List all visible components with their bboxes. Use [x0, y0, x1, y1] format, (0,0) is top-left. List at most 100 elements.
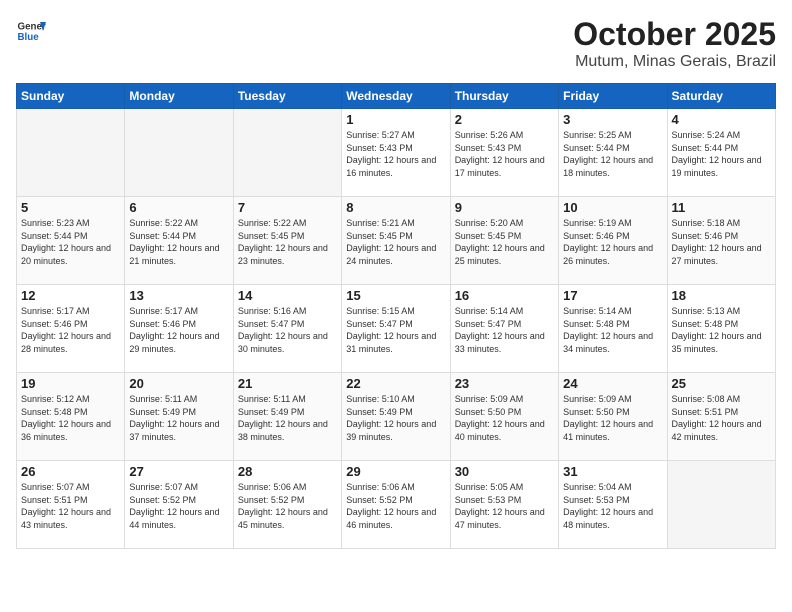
day-number: 8	[346, 200, 445, 215]
day-number: 19	[21, 376, 120, 391]
day-number: 31	[563, 464, 662, 479]
page-header: General Blue October 2025 Mutum, Minas G…	[16, 16, 776, 71]
calendar-cell: 19 Sunrise: 5:12 AM Sunset: 5:48 PM Dayli…	[17, 373, 125, 461]
day-info: Sunrise: 5:06 AM Sunset: 5:52 PM Dayligh…	[346, 481, 445, 531]
day-info: Sunrise: 5:12 AM Sunset: 5:48 PM Dayligh…	[21, 393, 120, 443]
calendar-cell: 6 Sunrise: 5:22 AM Sunset: 5:44 PM Daylig…	[125, 197, 233, 285]
calendar-cell: 2 Sunrise: 5:26 AM Sunset: 5:43 PM Daylig…	[450, 109, 558, 197]
day-number: 14	[238, 288, 337, 303]
day-number: 9	[455, 200, 554, 215]
title-block: October 2025 Mutum, Minas Gerais, Brazil	[573, 16, 776, 71]
logo-icon: General Blue	[16, 16, 46, 46]
day-number: 4	[672, 112, 771, 127]
day-info: Sunrise: 5:22 AM Sunset: 5:44 PM Dayligh…	[129, 217, 228, 267]
day-info: Sunrise: 5:07 AM Sunset: 5:51 PM Dayligh…	[21, 481, 120, 531]
day-info: Sunrise: 5:04 AM Sunset: 5:53 PM Dayligh…	[563, 481, 662, 531]
day-info: Sunrise: 5:13 AM Sunset: 5:48 PM Dayligh…	[672, 305, 771, 355]
logo: General Blue	[16, 16, 48, 46]
day-number: 20	[129, 376, 228, 391]
calendar-cell: 17 Sunrise: 5:14 AM Sunset: 5:48 PM Dayli…	[559, 285, 667, 373]
calendar-cell: 24Sunrise: 5:09 AM Sunset: 5:50 PM Dayli…	[559, 373, 667, 461]
day-number: 11	[672, 200, 771, 215]
day-info: Sunrise: 5:27 AM Sunset: 5:43 PM Dayligh…	[346, 129, 445, 179]
day-number: 6	[129, 200, 228, 215]
day-number: 2	[455, 112, 554, 127]
calendar-cell: 14 Sunrise: 5:16 AM Sunset: 5:47 PM Dayli…	[233, 285, 341, 373]
calendar-cell: 10 Sunrise: 5:19 AM Sunset: 5:46 PM Dayli…	[559, 197, 667, 285]
calendar-cell: 26 Sunrise: 5:07 AM Sunset: 5:51 PM Dayli…	[17, 461, 125, 549]
day-info: Sunrise: 5:18 AM Sunset: 5:46 PM Dayligh…	[672, 217, 771, 267]
day-info: Sunrise: 5:26 AM Sunset: 5:43 PM Dayligh…	[455, 129, 554, 179]
calendar-cell: 9Sunrise: 5:20 AM Sunset: 5:45 PM Daylig…	[450, 197, 558, 285]
day-info: Sunrise: 5:16 AM Sunset: 5:47 PM Dayligh…	[238, 305, 337, 355]
month-title: October 2025	[573, 16, 776, 53]
calendar-weekday-wednesday: Wednesday	[342, 84, 450, 109]
day-info: Sunrise: 5:19 AM Sunset: 5:46 PM Dayligh…	[563, 217, 662, 267]
calendar-cell: 31 Sunrise: 5:04 AM Sunset: 5:53 PM Dayli…	[559, 461, 667, 549]
calendar-cell: 11 Sunrise: 5:18 AM Sunset: 5:46 PM Dayli…	[667, 197, 775, 285]
day-number: 25	[672, 376, 771, 391]
day-info: Sunrise: 5:06 AM Sunset: 5:52 PM Dayligh…	[238, 481, 337, 531]
page-container: General Blue October 2025 Mutum, Minas G…	[0, 0, 792, 612]
day-info: Sunrise: 5:21 AM Sunset: 5:45 PM Dayligh…	[346, 217, 445, 267]
calendar-weekday-tuesday: Tuesday	[233, 84, 341, 109]
calendar-weekday-saturday: Saturday	[667, 84, 775, 109]
day-info: Sunrise: 5:15 AM Sunset: 5:47 PM Dayligh…	[346, 305, 445, 355]
day-info: Sunrise: 5:17 AM Sunset: 5:46 PM Dayligh…	[21, 305, 120, 355]
day-number: 16	[455, 288, 554, 303]
calendar-week-row: 19 Sunrise: 5:12 AM Sunset: 5:48 PM Dayli…	[17, 373, 776, 461]
calendar-cell	[125, 109, 233, 197]
day-number: 7	[238, 200, 337, 215]
calendar-cell: 25 Sunrise: 5:08 AM Sunset: 5:51 PM Dayli…	[667, 373, 775, 461]
day-info: Sunrise: 5:08 AM Sunset: 5:51 PM Dayligh…	[672, 393, 771, 443]
calendar-week-row: 1 Sunrise: 5:27 AM Sunset: 5:43 PM Daylig…	[17, 109, 776, 197]
day-number: 30	[455, 464, 554, 479]
day-info: Sunrise: 5:23 AM Sunset: 5:44 PM Dayligh…	[21, 217, 120, 267]
calendar-weekday-monday: Monday	[125, 84, 233, 109]
day-number: 18	[672, 288, 771, 303]
calendar-week-row: 5 Sunrise: 5:23 AM Sunset: 5:44 PM Daylig…	[17, 197, 776, 285]
calendar-cell: 1 Sunrise: 5:27 AM Sunset: 5:43 PM Daylig…	[342, 109, 450, 197]
calendar-cell: 23Sunrise: 5:09 AM Sunset: 5:50 PM Dayli…	[450, 373, 558, 461]
day-number: 1	[346, 112, 445, 127]
calendar-table: SundayMondayTuesdayWednesdayThursdayFrid…	[16, 83, 776, 549]
day-info: Sunrise: 5:14 AM Sunset: 5:47 PM Dayligh…	[455, 305, 554, 355]
day-info: Sunrise: 5:17 AM Sunset: 5:46 PM Dayligh…	[129, 305, 228, 355]
svg-text:Blue: Blue	[18, 32, 40, 43]
calendar-cell	[667, 461, 775, 549]
day-info: Sunrise: 5:07 AM Sunset: 5:52 PM Dayligh…	[129, 481, 228, 531]
calendar-cell: 21 Sunrise: 5:11 AM Sunset: 5:49 PM Dayli…	[233, 373, 341, 461]
calendar-cell: 3Sunrise: 5:25 AM Sunset: 5:44 PM Daylig…	[559, 109, 667, 197]
calendar-header-row: SundayMondayTuesdayWednesdayThursdayFrid…	[17, 84, 776, 109]
calendar-cell: 15 Sunrise: 5:15 AM Sunset: 5:47 PM Dayli…	[342, 285, 450, 373]
day-number: 13	[129, 288, 228, 303]
day-number: 29	[346, 464, 445, 479]
day-number: 17	[563, 288, 662, 303]
day-number: 26	[21, 464, 120, 479]
day-info: Sunrise: 5:14 AM Sunset: 5:48 PM Dayligh…	[563, 305, 662, 355]
day-number: 24	[563, 376, 662, 391]
day-number: 3	[563, 112, 662, 127]
day-number: 28	[238, 464, 337, 479]
calendar-cell: 27 Sunrise: 5:07 AM Sunset: 5:52 PM Dayli…	[125, 461, 233, 549]
day-info: Sunrise: 5:05 AM Sunset: 5:53 PM Dayligh…	[455, 481, 554, 531]
calendar-cell: 30 Sunrise: 5:05 AM Sunset: 5:53 PM Dayli…	[450, 461, 558, 549]
day-number: 15	[346, 288, 445, 303]
day-info: Sunrise: 5:22 AM Sunset: 5:45 PM Dayligh…	[238, 217, 337, 267]
day-number: 23	[455, 376, 554, 391]
day-number: 5	[21, 200, 120, 215]
calendar-weekday-sunday: Sunday	[17, 84, 125, 109]
day-info: Sunrise: 5:24 AM Sunset: 5:44 PM Dayligh…	[672, 129, 771, 179]
day-info: Sunrise: 5:11 AM Sunset: 5:49 PM Dayligh…	[129, 393, 228, 443]
calendar-cell: 7 Sunrise: 5:22 AM Sunset: 5:45 PM Daylig…	[233, 197, 341, 285]
day-number: 27	[129, 464, 228, 479]
calendar-cell: 5 Sunrise: 5:23 AM Sunset: 5:44 PM Daylig…	[17, 197, 125, 285]
calendar-cell	[17, 109, 125, 197]
calendar-cell: 20 Sunrise: 5:11 AM Sunset: 5:49 PM Dayli…	[125, 373, 233, 461]
day-number: 21	[238, 376, 337, 391]
calendar-cell: 13 Sunrise: 5:17 AM Sunset: 5:46 PM Dayli…	[125, 285, 233, 373]
calendar-cell: 28 Sunrise: 5:06 AM Sunset: 5:52 PM Dayli…	[233, 461, 341, 549]
day-info: Sunrise: 5:11 AM Sunset: 5:49 PM Dayligh…	[238, 393, 337, 443]
day-number: 10	[563, 200, 662, 215]
calendar-week-row: 26 Sunrise: 5:07 AM Sunset: 5:51 PM Dayli…	[17, 461, 776, 549]
